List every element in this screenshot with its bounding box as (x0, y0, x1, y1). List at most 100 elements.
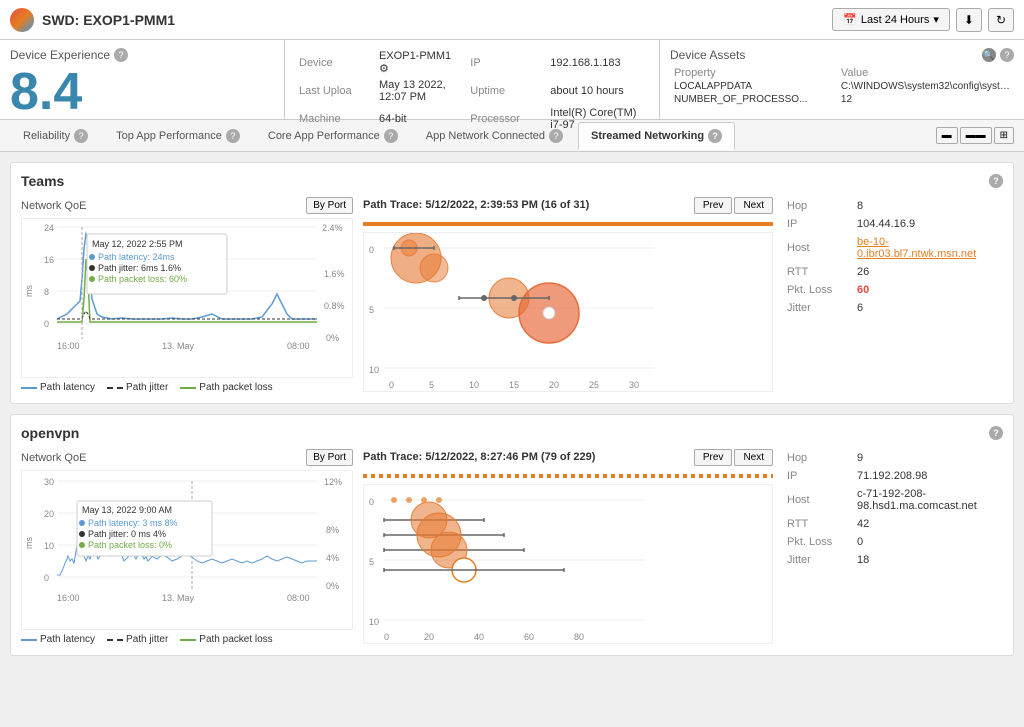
svg-text:0: 0 (44, 319, 49, 329)
svg-text:20: 20 (549, 380, 559, 390)
main-content: Teams ? Network QoE By Port 24 16 8 0 (0, 152, 1024, 727)
device-assets-help-icon[interactable]: ? (1000, 48, 1014, 62)
teams-ip-value: 104.44.16.9 (853, 215, 1003, 233)
openvpn-dotted-bar (363, 474, 773, 478)
legend-path-latency: Path latency (21, 382, 95, 393)
tab-reliability-help[interactable]: ? (74, 129, 88, 143)
svg-text:25: 25 (589, 380, 599, 390)
device-experience-panel: Device Experience ? 8.4 (0, 40, 285, 119)
download-button[interactable]: ⬇ (956, 8, 982, 32)
svg-text:08:00: 08:00 (287, 593, 310, 603)
device-experience-help-icon[interactable]: ? (114, 48, 128, 62)
svg-text:0: 0 (369, 497, 374, 507)
openvpn-network-qoe: Network QoE By Port 30 20 10 0 12% 8% 4% (21, 449, 353, 645)
svg-text:20: 20 (424, 632, 434, 642)
device-experience-score: 8.4 (10, 66, 274, 118)
teams-trace-host: Host be-10-0.ibr03.bl7.ntwk.msn.net (783, 233, 1003, 263)
view-medium-btn[interactable]: ▬▬ (960, 127, 992, 144)
header: SWD: EXOP1-PMM1 📅 Last 24 Hours ▾ ⬇ ↻ (0, 0, 1024, 40)
assets-col-property: Property (670, 66, 837, 80)
app-logo (10, 8, 34, 32)
tab-streamed-help[interactable]: ? (708, 129, 722, 143)
teams-path-svg: 0 5 10 0 5 10 15 20 25 30 RTT (ms) (364, 233, 674, 392)
tab-app-network-connected[interactable]: App Network Connected ? (413, 122, 576, 150)
openvpn-qoe-chart: 30 20 10 0 12% 8% 4% 0% (21, 470, 353, 630)
teams-trace-details: Hop 8 IP 104.44.16.9 Host be-10-0.ibr03.… (783, 197, 1003, 393)
view-compact-btn[interactable]: ▬ (936, 127, 958, 144)
openvpn-rtt-value: 42 (853, 515, 1003, 533)
openvpn-trace-host: Host c-71-192-208-98.hsd1.ma.comcast.net (783, 485, 1003, 515)
svg-text:15: 15 (509, 380, 519, 390)
openvpn-path-trace-count: (79 of 229) (541, 451, 595, 463)
openvpn-prev-button[interactable]: Prev (694, 449, 733, 466)
device-assets-search-icon[interactable]: 🔍 (982, 48, 996, 62)
teams-path-trace-count: (16 of 31) (541, 199, 589, 211)
legend-openvpn-jitter-line (107, 639, 123, 641)
assets-row-1: LOCALAPPDATA C:\WINDOWS\system32\config\… (670, 80, 1014, 93)
ip-value: 192.168.1.183 (546, 48, 649, 77)
svg-text:ms: ms (24, 285, 34, 297)
header-left: SWD: EXOP1-PMM1 (10, 8, 175, 32)
tab-app-network-help[interactable]: ? (549, 129, 563, 143)
tab-core-app-performance[interactable]: Core App Performance ? (255, 122, 411, 150)
tab-top-app-help[interactable]: ? (226, 129, 240, 143)
tab-core-app-help[interactable]: ? (384, 129, 398, 143)
svg-text:10: 10 (369, 365, 379, 375)
svg-text:Path latency: 24ms: Path latency: 24ms (98, 252, 175, 262)
legend-latency-line (21, 387, 37, 389)
tab-streamed-networking[interactable]: Streamed Networking ? (578, 122, 735, 150)
device-value: EXOP1-PMM1 ⚙ (375, 48, 466, 77)
svg-text:0: 0 (384, 632, 389, 642)
openvpn-by-port-button[interactable]: By Port (306, 449, 353, 466)
svg-text:ms: ms (24, 537, 34, 549)
openvpn-chart-legend: Path latency Path jitter Path packet los… (21, 634, 353, 645)
svg-text:80: 80 (574, 632, 584, 642)
time-range-button[interactable]: 📅 Last 24 Hours ▾ (832, 8, 950, 31)
device-info-panel: Device EXOP1-PMM1 ⚙ IP 192.168.1.183 Las… (285, 40, 660, 119)
svg-text:8: 8 (44, 287, 49, 297)
svg-text:2.4%: 2.4% (322, 223, 343, 233)
openvpn-title: openvpn ? (21, 425, 1003, 441)
tab-reliability[interactable]: Reliability ? (10, 122, 101, 150)
teams-qoe-svg: 24 16 8 0 2.4% 1.6% 0.8% 0% (22, 219, 352, 378)
openvpn-help-icon[interactable]: ? (989, 426, 1003, 440)
teams-qoe-title: Network QoE By Port (21, 197, 353, 214)
legend-jitter-line (107, 387, 123, 389)
teams-section: Teams ? Network QoE By Port 24 16 8 0 (10, 162, 1014, 404)
assets-property-2: NUMBER_OF_PROCESSO... (670, 93, 837, 106)
time-range-label: Last 24 Hours (861, 14, 929, 26)
chevron-down-icon: ▾ (933, 13, 939, 26)
openvpn-path-trace: Path Trace: 5/12/2022, 8:27:46 PM (79 of… (363, 449, 773, 645)
openvpn-trace-jitter: Jitter 18 (783, 551, 1003, 569)
legend-packet-loss: Path packet loss (180, 382, 272, 393)
teams-title: Teams ? (21, 173, 1003, 189)
assets-value-2: 12 (837, 93, 1014, 106)
svg-text:5: 5 (369, 305, 374, 315)
svg-text:May 13, 2022 9:00 AM: May 13, 2022 9:00 AM (82, 505, 172, 515)
svg-text:30: 30 (629, 380, 639, 390)
openvpn-qoe-title: Network QoE By Port (21, 449, 353, 466)
svg-text:60: 60 (524, 632, 534, 642)
svg-text:10: 10 (44, 541, 54, 551)
openvpn-next-button[interactable]: Next (734, 449, 773, 466)
openvpn-path-trace-nav: Prev Next (694, 449, 773, 466)
header-right: 📅 Last 24 Hours ▾ ⬇ ↻ (832, 8, 1014, 32)
uptime-value: about 10 hours (546, 77, 649, 105)
assets-col-value: Value (837, 66, 1014, 80)
openvpn-trace-pktloss: Pkt. Loss 0 (783, 533, 1003, 551)
teams-host-value[interactable]: be-10-0.ibr03.bl7.ntwk.msn.net (853, 233, 1003, 263)
openvpn-path-svg: 0 5 10 0 20 40 60 80 RTT (ms) (364, 485, 674, 644)
refresh-button[interactable]: ↻ (988, 8, 1014, 32)
openvpn-trace-hop: Hop 9 (783, 449, 1003, 467)
svg-text:16:00: 16:00 (57, 341, 80, 351)
svg-text:08:00: 08:00 (287, 341, 310, 351)
teams-next-button[interactable]: Next (734, 197, 773, 214)
teams-by-port-button[interactable]: By Port (306, 197, 353, 214)
view-expanded-btn[interactable]: ⊞ (994, 127, 1014, 144)
teams-help-icon[interactable]: ? (989, 174, 1003, 188)
tab-top-app-performance[interactable]: Top App Performance ? (103, 122, 253, 150)
device-assets-panel: Device Assets 🔍 ? Property Value LOCALAP… (660, 40, 1024, 119)
teams-prev-button[interactable]: Prev (694, 197, 733, 214)
legend-openvpn-loss-line (180, 639, 196, 641)
teams-trace-rtt: RTT 26 (783, 263, 1003, 281)
